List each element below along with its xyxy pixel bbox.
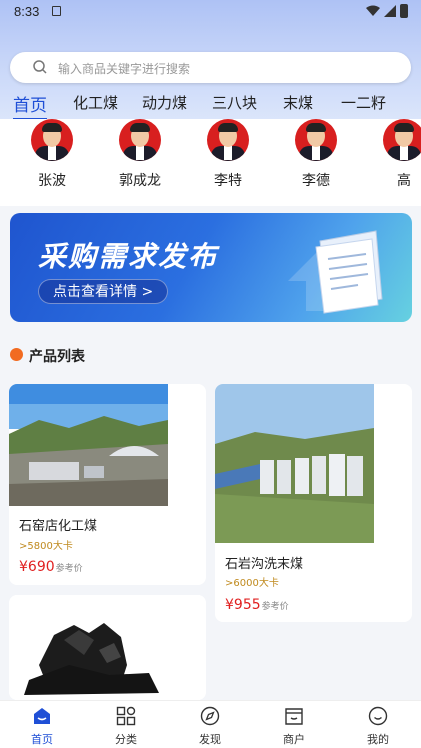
merchant-people-row: 张波 郭成龙 李特 李德 高 bbox=[0, 119, 421, 206]
person-item[interactable]: 李德 bbox=[286, 119, 346, 190]
product-name: 石窑店化工煤 bbox=[19, 519, 98, 534]
category-tabs: 首页 化工煤 动力煤 三八块 末煤 一二籽 bbox=[0, 91, 421, 120]
tab-sanbakuai[interactable]: 三八块 bbox=[212, 92, 257, 113]
notification-icon bbox=[52, 6, 61, 16]
person-name: 李德 bbox=[302, 173, 330, 189]
product-card[interactable]: 石岩沟洗末煤 >6000大卡 ¥955参考价 bbox=[215, 384, 412, 622]
status-bar: 8:33 bbox=[0, 0, 421, 24]
section-title: 产品列表 bbox=[29, 349, 85, 365]
product-price: ¥955参考价 bbox=[225, 597, 289, 613]
person-name: 郭成龙 bbox=[119, 173, 161, 189]
nav-discover[interactable]: 发现 bbox=[180, 705, 240, 747]
avatar bbox=[31, 119, 73, 161]
store-icon bbox=[285, 708, 303, 725]
search-bar[interactable]: 输入商品关键字进行搜索 bbox=[10, 52, 411, 83]
avatar bbox=[119, 119, 161, 161]
fire-icon bbox=[10, 348, 23, 361]
product-spec: >6000大卡 bbox=[225, 578, 279, 589]
compass-icon bbox=[200, 706, 220, 726]
person-item[interactable]: 郭成龙 bbox=[110, 119, 170, 190]
purchase-demand-banner[interactable]: 采购需求发布 点击查看详情 > bbox=[10, 213, 412, 322]
tab-chemical-coal[interactable]: 化工煤 bbox=[73, 92, 118, 113]
product-price: ¥690参考价 bbox=[19, 559, 83, 575]
wifi-icon bbox=[366, 5, 380, 16]
nav-home[interactable]: 首页 bbox=[12, 705, 72, 747]
price-note: 参考价 bbox=[261, 602, 289, 612]
nav-label: 分类 bbox=[115, 733, 137, 746]
category-icon bbox=[116, 706, 136, 726]
tab-power-coal[interactable]: 动力煤 bbox=[142, 92, 187, 113]
product-image bbox=[215, 384, 374, 543]
tab-yierzi[interactable]: 一二籽 bbox=[341, 92, 386, 113]
price-note: 参考价 bbox=[55, 564, 83, 574]
person-name: 李特 bbox=[214, 173, 242, 189]
nav-label: 我的 bbox=[367, 733, 389, 746]
nav-mine[interactable]: 我的 bbox=[348, 705, 408, 747]
person-item[interactable]: 张波 bbox=[22, 119, 82, 190]
nav-label: 发现 bbox=[199, 733, 221, 746]
product-card[interactable]: 石窑店化工煤 >5800大卡 ¥690参考价 bbox=[9, 384, 206, 585]
nav-category[interactable]: 分类 bbox=[96, 705, 156, 747]
avatar bbox=[383, 119, 421, 161]
tab-home[interactable]: 首页 bbox=[13, 91, 47, 120]
banner-details-button[interactable]: 点击查看详情 > bbox=[38, 279, 169, 304]
battery-icon bbox=[400, 4, 408, 18]
product-spec: >5800大卡 bbox=[19, 541, 73, 552]
banner-title: 采购需求发布 bbox=[38, 240, 219, 273]
product-name: 石岩沟洗末煤 bbox=[225, 557, 304, 572]
search-icon bbox=[33, 60, 47, 74]
price-value: ¥690 bbox=[19, 559, 55, 575]
person-name: 张波 bbox=[38, 173, 66, 189]
product-image bbox=[9, 595, 206, 700]
document-illustration-icon bbox=[288, 230, 383, 314]
person-item[interactable]: 李特 bbox=[198, 119, 258, 190]
nav-merchant[interactable]: 商户 bbox=[264, 705, 324, 747]
avatar bbox=[207, 119, 249, 161]
tab-fine-coal[interactable]: 末煤 bbox=[283, 92, 313, 113]
product-image bbox=[9, 384, 168, 506]
bottom-navigation: 首页 分类 发现 商户 我的 bbox=[0, 700, 421, 748]
person-item[interactable]: 高 bbox=[374, 119, 421, 190]
price-value: ¥955 bbox=[225, 597, 261, 613]
search-input[interactable]: 输入商品关键字进行搜索 bbox=[58, 60, 190, 77]
product-card[interactable] bbox=[9, 595, 206, 700]
status-time: 8:33 bbox=[14, 4, 40, 19]
signal-icon bbox=[384, 5, 396, 17]
nav-label: 商户 bbox=[283, 733, 305, 746]
smiley-icon bbox=[368, 706, 388, 726]
nav-label: 首页 bbox=[31, 733, 53, 746]
home-icon bbox=[34, 708, 50, 724]
avatar bbox=[295, 119, 337, 161]
person-name: 高 bbox=[397, 173, 411, 189]
